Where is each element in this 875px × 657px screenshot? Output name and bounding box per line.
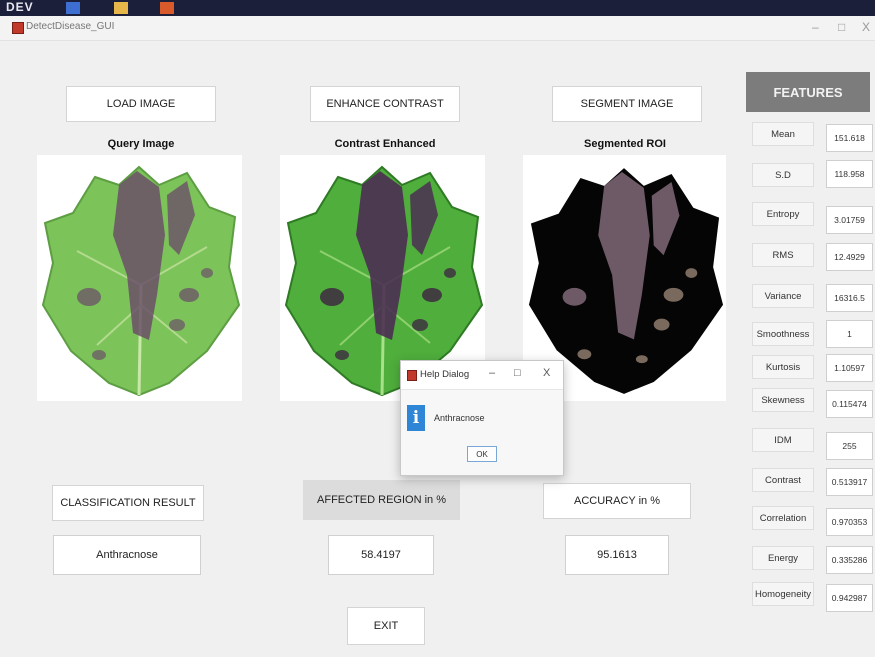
affected-region-value: 58.4197 (328, 535, 434, 575)
query-image (37, 155, 242, 401)
close-button[interactable]: X (862, 20, 870, 34)
feature-value-variance: 16316.5 (826, 284, 873, 312)
feature-label-correlation: Correlation (752, 506, 814, 530)
feature-label-entropy: Entropy (752, 202, 814, 226)
feature-label-idm: IDM (752, 428, 814, 452)
feature-value-skewness: 0.115474 (826, 390, 873, 418)
taskbar-matlab-icon[interactable] (160, 2, 174, 14)
segment-image-button[interactable]: SEGMENT IMAGE (552, 86, 702, 122)
feature-label-kurtosis: Kurtosis (752, 355, 814, 379)
window-titlebar: DetectDisease_GUI – □ X (0, 16, 875, 41)
exit-button[interactable]: EXIT (347, 607, 425, 645)
query-image-caption: Query Image (107, 138, 175, 150)
load-image-button[interactable]: LOAD IMAGE (66, 86, 216, 122)
feature-value-homogeneity: 0.942987 (826, 584, 873, 612)
feature-value-smoothness: 1 (826, 320, 873, 348)
accuracy-value: 95.1613 (565, 535, 669, 575)
feature-label-skewness: Skewness (752, 388, 814, 412)
feature-value-entropy: 3.01759 (826, 206, 873, 234)
accuracy-button[interactable]: ACCURACY in % (543, 483, 691, 519)
classification-value: Anthracnose (53, 535, 201, 575)
feature-label-mean: Mean (752, 122, 814, 146)
feature-value-mean: 151.618 (826, 124, 873, 152)
taskbar-text: DEV (6, 0, 34, 14)
enhance-contrast-button[interactable]: ENHANCE CONTRAST (310, 86, 460, 122)
help-dialog: Help Dialog – □ X i Anthracnose OK (400, 360, 564, 476)
taskbar-folder-icon[interactable] (114, 2, 128, 14)
feature-value-contrast: 0.513917 (826, 468, 873, 496)
feature-label-energy: Energy (752, 546, 814, 570)
features-header: FEATURES (746, 72, 870, 112)
help-dialog-message: Anthracnose (434, 413, 485, 423)
feature-label-homogeneity: Homogeneity (752, 582, 814, 606)
help-dialog-ok-button[interactable]: OK (467, 446, 497, 462)
feature-label-rms: RMS (752, 243, 814, 267)
contrast-enhanced-caption: Contrast Enhanced (334, 138, 436, 150)
window-app-icon (12, 22, 24, 34)
help-dialog-minimize-button[interactable]: – (489, 367, 495, 379)
segmented-roi-caption: Segmented ROI (584, 138, 666, 150)
help-dialog-maximize-button[interactable]: □ (514, 367, 521, 379)
feature-value-energy: 0.335286 (826, 546, 873, 574)
maximize-button[interactable]: □ (838, 20, 845, 34)
feature-value-idm: 255 (826, 432, 873, 460)
help-dialog-title: Help Dialog (420, 369, 470, 380)
feature-value-rms: 12.4929 (826, 243, 873, 271)
info-icon: i (407, 405, 425, 431)
feature-value-kurtosis: 1.10597 (826, 354, 873, 382)
feature-value-correlation: 0.970353 (826, 508, 873, 536)
classification-result-button[interactable]: CLASSIFICATION RESULT (52, 485, 204, 521)
help-dialog-titlebar: Help Dialog – □ X (401, 361, 563, 390)
feature-label-variance: Variance (752, 284, 814, 308)
taskbar-app-icon[interactable] (66, 2, 80, 14)
minimize-button[interactable]: – (812, 20, 819, 34)
feature-value-sd: 118.958 (826, 160, 873, 188)
help-dialog-app-icon (407, 370, 417, 381)
feature-label-sd: S.D (752, 163, 814, 187)
query-leaf-graphic (41, 165, 241, 397)
window-title: DetectDisease_GUI (26, 21, 115, 32)
affected-region-label: AFFECTED REGION in % (303, 480, 460, 520)
help-dialog-close-button[interactable]: X (543, 367, 550, 379)
taskbar: DEV (0, 0, 875, 16)
feature-label-contrast: Contrast (752, 468, 814, 492)
feature-label-smoothness: Smoothness (752, 322, 814, 346)
